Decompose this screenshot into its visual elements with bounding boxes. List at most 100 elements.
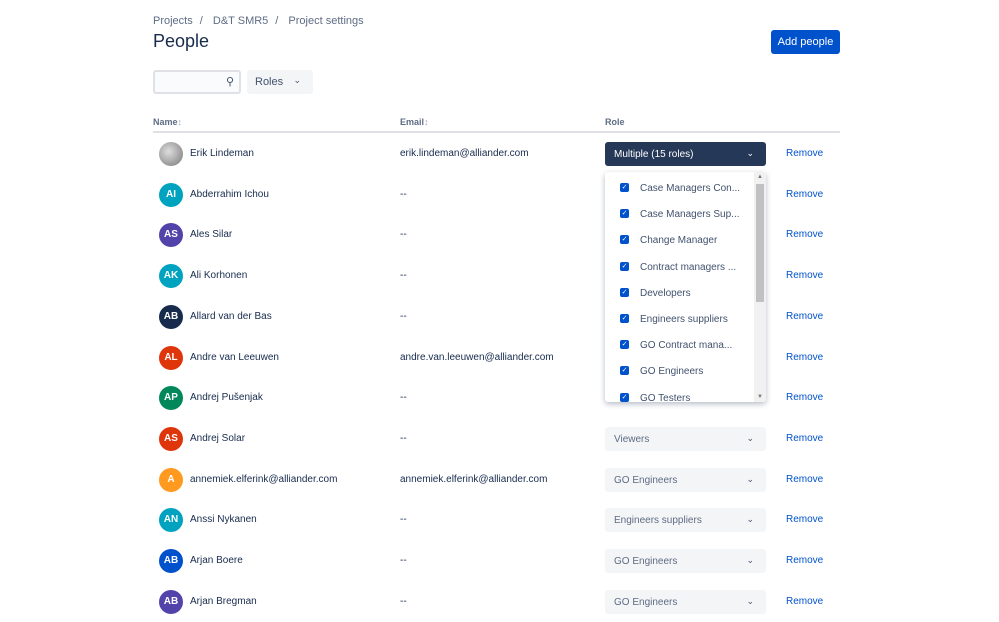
user-name: Ali Korhonen bbox=[190, 270, 248, 282]
role-option-label: Contract managers ... bbox=[640, 261, 737, 273]
avatar: AK bbox=[159, 264, 183, 289]
user-name: Arjan Bregman bbox=[190, 595, 257, 607]
remove-button[interactable]: Remove bbox=[786, 311, 823, 322]
checkbox-checked-icon[interactable]: ✓ bbox=[620, 261, 629, 271]
checkbox-checked-icon[interactable]: ✓ bbox=[620, 314, 629, 323]
checkbox-checked-icon[interactable]: ✓ bbox=[620, 209, 629, 219]
remove-button[interactable]: Remove bbox=[786, 433, 823, 444]
table-row: AB Arjan Boere -- GO Engineers ⌄ Remove bbox=[153, 541, 840, 581]
remove-button[interactable]: Remove bbox=[786, 229, 823, 240]
user-name: Andre van Leeuwen bbox=[190, 351, 279, 363]
role-select-value: Viewers bbox=[614, 433, 650, 445]
remove-button[interactable]: Remove bbox=[786, 148, 823, 159]
scroll-down-icon[interactable]: ▼ bbox=[757, 394, 763, 400]
user-name: Allard van der Bas bbox=[190, 310, 272, 322]
checkbox-checked-icon[interactable]: ✓ bbox=[620, 287, 629, 297]
checkbox-checked-icon[interactable]: ✓ bbox=[620, 183, 629, 192]
role-select[interactable]: GO Engineers ⌄ bbox=[605, 467, 766, 492]
user-name: Abderrahim Ichou bbox=[190, 188, 269, 200]
checkbox-checked-icon[interactable]: ✓ bbox=[620, 392, 629, 402]
add-people-button[interactable]: Add people bbox=[771, 30, 840, 54]
search-input[interactable]: ⚲ bbox=[153, 70, 241, 94]
remove-button[interactable]: Remove bbox=[786, 189, 823, 200]
remove-button[interactable]: Remove bbox=[786, 474, 823, 485]
scrollbar-thumb[interactable] bbox=[756, 184, 764, 302]
role-select[interactable]: Viewers ⌄ bbox=[605, 426, 766, 451]
role-option[interactable]: ✓ Case Managers Con... bbox=[605, 174, 755, 200]
breadcrumb-projects[interactable]: Projects bbox=[153, 15, 193, 27]
role-select[interactable]: Multiple (15 roles) ⌄ bbox=[605, 142, 766, 166]
role-select[interactable]: Engineers suppliers ⌄ bbox=[605, 508, 766, 533]
role-option-label: GO Testers bbox=[640, 392, 691, 402]
user-name: Ales Silar bbox=[190, 229, 233, 241]
user-email: andre.van.leeuwen@alliander.com bbox=[400, 351, 554, 363]
avatar: AL bbox=[159, 345, 183, 370]
checkbox-checked-icon[interactable]: ✓ bbox=[620, 366, 629, 376]
checkbox-checked-icon[interactable]: ✓ bbox=[620, 340, 629, 350]
role-option-label: Developers bbox=[640, 287, 691, 299]
remove-button[interactable]: Remove bbox=[786, 352, 823, 363]
user-email: -- bbox=[400, 188, 407, 200]
user-email: -- bbox=[400, 392, 407, 404]
column-header-email[interactable]: Email↕ bbox=[400, 117, 429, 127]
remove-button[interactable]: Remove bbox=[786, 514, 823, 525]
avatar: AP bbox=[159, 386, 183, 411]
avatar: AS bbox=[159, 426, 183, 451]
role-option-label: Change Manager bbox=[640, 235, 718, 247]
avatar: AS bbox=[159, 223, 183, 248]
role-option[interactable]: ✓ Developers bbox=[605, 279, 755, 305]
user-email: annemiek.elferink@alliander.com bbox=[400, 473, 548, 485]
avatar: AB bbox=[159, 304, 183, 329]
role-option-label: Engineers suppliers bbox=[640, 314, 728, 325]
user-name: Andrej Solar bbox=[190, 432, 246, 444]
role-option[interactable]: ✓ Contract managers ... bbox=[605, 253, 755, 279]
user-email: -- bbox=[400, 270, 407, 282]
role-option[interactable]: ✓ GO Testers bbox=[605, 384, 755, 402]
user-name: Erik Lindeman bbox=[190, 148, 254, 159]
role-dropdown-menu[interactable]: ✓ Case Managers Con... ✓ Case Managers Sup.… bbox=[605, 172, 766, 402]
role-select-value: Multiple (15 roles) bbox=[614, 149, 694, 160]
remove-button[interactable]: Remove bbox=[786, 270, 823, 281]
user-email: -- bbox=[400, 555, 407, 566]
remove-button[interactable]: Remove bbox=[786, 392, 823, 403]
table-row: Erik Lindeman erik.lindeman@alliander.com… bbox=[153, 134, 840, 174]
chevron-down-icon: ⌄ bbox=[746, 595, 754, 606]
name-header-label: Name bbox=[153, 117, 178, 127]
table-row: AS Andrej Solar -- Viewers ⌄ Remove bbox=[153, 419, 840, 459]
scroll-up-icon[interactable]: ▲ bbox=[757, 174, 763, 180]
checkbox-checked-icon[interactable]: ✓ bbox=[620, 235, 629, 245]
table-row: Aannemiek.elferink@alliander.com annemiek… bbox=[153, 460, 840, 500]
role-option-label: GO Contract mana... bbox=[640, 340, 733, 352]
role-select[interactable]: GO Engineers ⌄ bbox=[605, 549, 766, 573]
user-email: -- bbox=[400, 229, 407, 241]
chevron-down-icon: ⌄ bbox=[293, 75, 301, 85]
role-option-label: Case Managers Sup... bbox=[640, 209, 740, 221]
role-option[interactable]: ✓ GO Contract mana... bbox=[605, 331, 755, 357]
chevron-down-icon: ⌄ bbox=[746, 432, 754, 443]
avatar: AI bbox=[159, 182, 183, 207]
search-icon: ⚲ bbox=[225, 76, 234, 88]
role-select-value: GO Engineers bbox=[614, 474, 678, 486]
user-email: -- bbox=[400, 595, 407, 607]
role-option-label: Case Managers Con... bbox=[640, 183, 741, 194]
role-option[interactable]: ✓ Change Manager bbox=[605, 226, 755, 252]
user-email: -- bbox=[400, 432, 407, 444]
breadcrumb-project[interactable]: D&T SMR5 bbox=[213, 15, 268, 27]
role-select[interactable]: GO Engineers ⌄ bbox=[605, 589, 766, 614]
column-header-role: Role bbox=[605, 117, 625, 127]
role-option[interactable]: ✓ Case Managers Sup... bbox=[605, 200, 755, 226]
user-email: -- bbox=[400, 514, 407, 526]
roles-filter[interactable]: Roles ⌄ bbox=[247, 70, 313, 94]
column-header-name[interactable]: Name↕ bbox=[153, 117, 182, 127]
role-option[interactable]: ✓ Engineers suppliers bbox=[605, 305, 755, 331]
remove-button[interactable]: Remove bbox=[786, 596, 823, 607]
role-select-value: GO Engineers bbox=[614, 556, 678, 567]
role-option[interactable]: ✓ GO Engineers bbox=[605, 357, 755, 383]
scrollbar[interactable]: ▲ ▼ bbox=[754, 172, 766, 402]
roles-filter-label: Roles bbox=[255, 76, 284, 88]
user-name: Andrej Pušenjak bbox=[190, 392, 263, 404]
remove-button[interactable]: Remove bbox=[786, 555, 823, 566]
chevron-down-icon: ⌄ bbox=[746, 148, 754, 158]
role-select-value: GO Engineers bbox=[614, 596, 678, 608]
breadcrumb-project-settings[interactable]: Project settings bbox=[288, 15, 363, 27]
